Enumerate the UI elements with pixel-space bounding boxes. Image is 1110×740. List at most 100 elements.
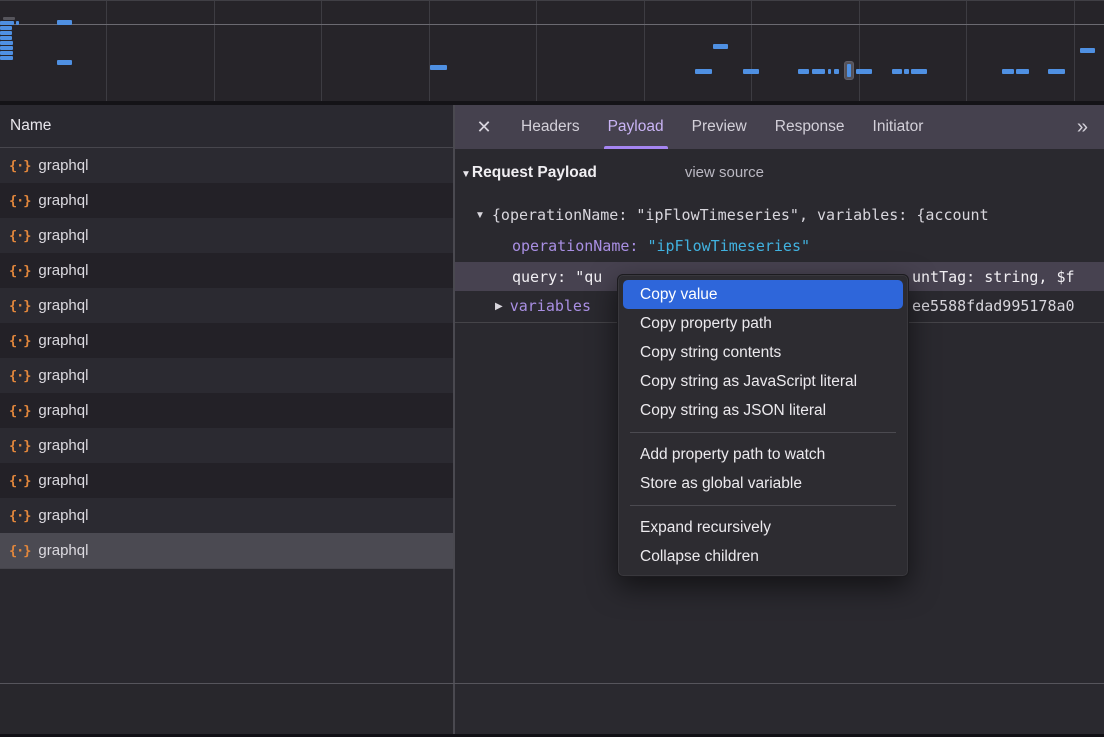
menu-item-expand-recursively[interactable]: Expand recursively [623,513,903,542]
request-name-label: graphql [38,437,88,454]
json-braces-icon: {·} [9,438,30,454]
request-payload-section-header[interactable]: ▼ Request Payload view source [461,164,764,182]
overview-gridline [644,1,645,101]
waterfall-bar [57,20,72,25]
menu-item-copy-property-path[interactable]: Copy property path [623,309,903,338]
tab-label: Preview [692,118,747,136]
overview-gridline [536,1,537,101]
query-row-right-text: untTag: string, $f [912,262,1075,291]
request-name-label: graphql [38,332,88,349]
overview-gridline [859,1,860,101]
request-row[interactable]: {·} graphql [0,428,453,463]
payload-root-row[interactable]: ▼ {operationName: "ipFlowTimeseries", va… [455,200,1104,230]
menu-item-copy-string-as-json-literal[interactable]: Copy string as JSON literal [623,396,903,425]
expanded-triangle-icon[interactable]: ▼ [455,210,485,221]
tab-response[interactable]: Response [761,105,859,149]
waterfall-bar [743,69,759,74]
request-name-label: graphql [38,507,88,524]
request-row[interactable]: {·} graphql [0,148,453,183]
tab-preview[interactable]: Preview [678,105,761,149]
json-braces-icon: {·} [9,263,30,279]
json-key: operationName: [455,237,647,255]
tab-headers[interactable]: Headers [507,105,594,149]
json-braces-icon: {·} [9,193,30,209]
request-list: {·} graphql {·} graphql {·} graphql {·} graphql… [0,148,453,569]
waterfall-bar [828,69,831,74]
overview-gridline [214,1,215,101]
request-name-label: graphql [38,542,88,559]
collapse-triangle-icon: ▼ [461,169,471,180]
devtools-screenshot: Name {·}graphql{·}graphql{·}graphql{·}gr… [0,0,1110,740]
overview-gridline [1074,1,1075,101]
request-row[interactable]: {·} graphql [0,288,453,323]
request-name-label: graphql [38,157,88,174]
waterfall-bar [430,65,447,70]
waterfall-bar [798,69,809,74]
network-overview-timeline[interactable] [0,0,1104,101]
tab-initiator[interactable]: Initiator [859,105,938,149]
request-row[interactable]: {·}graphql [0,253,453,288]
json-braces-icon: {·} [9,543,30,559]
request-name-label: graphql [38,472,88,489]
request-row[interactable]: {·} graphql [0,358,453,393]
waterfall-bar [0,31,12,35]
name-column-header[interactable]: Name [0,105,453,148]
json-braces-icon: {·} [9,298,30,314]
details-tabbar: ✕ Headers Payload Preview Response Initiator… [455,105,1104,149]
menu-item-copy-string-contents[interactable]: Copy string contents [623,338,903,367]
waterfall-bar [1002,69,1014,74]
overview-gridline [751,1,752,101]
view-source-link[interactable]: view source [685,164,764,181]
tab-label: Initiator [873,118,924,136]
menu-separator [630,432,896,433]
request-row[interactable]: {·} graphql [0,183,453,218]
json-braces-icon: {·} [9,228,30,244]
waterfall-bar [0,51,13,55]
json-braces-icon: {·} [9,403,30,419]
menu-item-copy-string-as-javascript-literal[interactable]: Copy string as JavaScript literal [623,367,903,396]
request-row[interactable]: {·} graphql [0,533,453,568]
tabs-container: Headers Payload Preview Response Initiator [507,105,937,149]
request-name-label: graphql [38,227,88,244]
waterfall-bar [0,41,13,45]
close-icon[interactable]: ✕ [469,117,499,138]
request-row[interactable]: {·}graphql [0,393,453,428]
waterfall-bar [834,69,839,74]
menu-item-copy-value[interactable]: Copy value [623,280,903,309]
request-row[interactable]: {·} graphql [0,218,453,253]
menu-item-store-as-global-variable[interactable]: Store as global variable [623,469,903,498]
request-name-label: graphql [38,192,88,209]
tab-payload[interactable]: Payload [594,105,678,149]
tab-label: Response [775,118,845,136]
json-braces-icon: {·} [9,368,30,384]
menu-item-add-property-path-to-watch[interactable]: Add property path to watch [623,440,903,469]
tab-label: Headers [521,118,580,136]
waterfall-bar [3,17,15,20]
overview-gridline [966,1,967,101]
collapsed-triangle-icon[interactable]: ▶ [455,301,503,312]
context-menu: Copy valueCopy property pathCopy string … [617,274,909,577]
json-braces-icon: {·} [9,158,30,174]
waterfall-bar [892,69,902,74]
json-braces-icon: {·} [9,333,30,349]
waterfall-bar [713,44,728,49]
requests-panel: Name {·}graphql{·}graphql{·}graphql{·}gr… [0,105,453,683]
menu-item-collapse-children[interactable]: Collapse children [623,542,903,571]
variables-row-right-text: ee5588fdad995178a0 [912,291,1075,321]
summary-bar-divider [0,683,1104,684]
request-name-label: graphql [38,297,88,314]
waterfall-bar [856,69,872,74]
overview-gridline [429,1,430,101]
request-row[interactable]: {·} graphql [0,498,453,533]
operation-name-row[interactable]: operationName: "ipFlowTimeseries" [455,231,1104,261]
section-title: Request Payload [472,164,597,182]
more-tabs-icon[interactable]: » [1077,116,1104,139]
json-braces-icon: {·} [9,508,30,524]
overview-row-divider [0,24,1104,25]
request-row[interactable]: {·} graphql [0,323,453,358]
waterfall-bar [904,69,909,74]
json-string-value: "ipFlowTimeseries" [647,237,810,255]
json-braces-icon: {·} [9,473,30,489]
request-name-label: graphql [38,367,88,384]
request-row[interactable]: {·} graphql [0,463,453,498]
